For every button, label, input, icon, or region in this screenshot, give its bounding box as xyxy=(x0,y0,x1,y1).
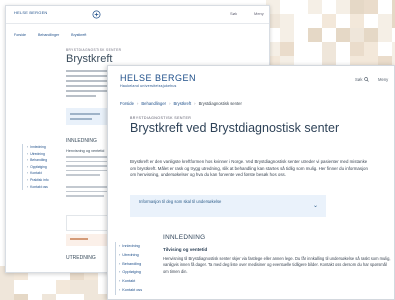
background-pixel xyxy=(84,294,98,300)
page-title: Brystkreft ved Brystdiagnostisk senter xyxy=(130,121,340,135)
intro-paragraph: Brystkreft er den vanligste kreftformen … xyxy=(130,159,368,178)
sidenav-item[interactable]: Oppfølging xyxy=(119,268,142,277)
back-sidenav-item[interactable]: Innledning xyxy=(27,144,49,151)
breadcrumb-current: Brystdiagnostisk senter xyxy=(198,101,242,106)
site-header: HELSE BERGEN Haukeland universitetssjuke… xyxy=(108,66,394,92)
breadcrumb-item[interactable]: Forside xyxy=(120,101,134,106)
background-pixel xyxy=(336,0,350,14)
breadcrumb-item[interactable]: Behandlinger xyxy=(141,101,166,106)
back-side-navigation: Innledning Utredning Behandling Oppfølgi… xyxy=(22,144,49,191)
back-breadcrumb-item[interactable]: Behandlinger xyxy=(38,33,59,37)
site-logo[interactable]: HELSE BERGEN Haukeland universitetssjuke… xyxy=(120,73,197,89)
subheading: Tilvising og ventetid xyxy=(163,247,208,252)
chevron-down-icon: ⌄ xyxy=(312,203,318,209)
back-sidenav-item[interactable]: Utredning xyxy=(27,151,49,158)
background-pixel xyxy=(70,280,84,294)
background-pixel xyxy=(280,28,294,42)
background-pixel xyxy=(350,0,364,14)
back-header: HELSE BERGEN Søk Meny xyxy=(6,6,269,24)
body-paragraph: Henvisning til Brystdiagnostisk senter s… xyxy=(163,256,391,274)
background-pixel xyxy=(350,28,364,42)
section-heading: INNLEDNING xyxy=(163,234,206,241)
sidenav-item[interactable]: Innledning xyxy=(119,242,142,251)
search-button[interactable]: Søk xyxy=(355,77,370,82)
breadcrumb-item[interactable]: Brystkreft xyxy=(173,101,191,106)
back-subheading: Henvisning og ventetid xyxy=(66,149,105,153)
background-pixel xyxy=(350,42,364,56)
background-pixel xyxy=(364,28,378,42)
breadcrumb-separator-icon: › xyxy=(194,101,196,106)
logo-name: HELSE BERGEN xyxy=(120,73,197,83)
breadcrumb: Forside › Behandlinger › Brystkreft › Br… xyxy=(120,101,242,106)
back-breadcrumb-item[interactable]: Brystkreft xyxy=(71,33,86,37)
back-info-box[interactable] xyxy=(66,108,111,125)
background-pixel xyxy=(280,14,294,28)
breadcrumb-separator-icon: › xyxy=(136,101,139,106)
sidenav-item[interactable]: Kontakt oss xyxy=(119,286,142,295)
back-breadcrumb-item[interactable]: Forside xyxy=(14,33,26,37)
background-pixel xyxy=(42,294,56,300)
back-sidenav-item[interactable]: Oppfølging xyxy=(27,164,49,171)
side-navigation: Innledning Utredning Behandling Oppfølgi… xyxy=(115,242,142,295)
back-section-heading: INNLEDNING xyxy=(66,138,97,144)
background-pixel xyxy=(0,294,14,300)
back-sidenav-item[interactable]: Praktisk info xyxy=(27,177,48,184)
background-pixel xyxy=(378,14,392,28)
back-page-title: Brystkreft xyxy=(66,53,113,65)
background-pixel xyxy=(280,42,294,56)
background-pixel xyxy=(364,0,378,14)
breadcrumb-separator-icon: › xyxy=(169,101,171,106)
front-browser-window: HELSE BERGEN Haukeland universitetssjuke… xyxy=(107,65,395,300)
info-box-text: Informasjon til deg som skal til undersø… xyxy=(139,199,222,204)
back-menu-button[interactable]: Meny xyxy=(254,11,264,16)
background-pixel xyxy=(84,280,98,294)
info-box-link[interactable]: Informasjon til deg som skal til undersø… xyxy=(130,195,326,217)
background-pixel xyxy=(322,42,336,56)
background-pixel xyxy=(308,0,322,14)
back-section-heading: UTREDNING xyxy=(66,255,96,261)
background-pixel xyxy=(308,28,322,42)
back-logo-text[interactable]: HELSE BERGEN xyxy=(14,10,48,15)
search-icon xyxy=(364,77,370,82)
back-sidenav-item[interactable]: Behandling xyxy=(27,157,49,164)
menu-button[interactable]: Meny xyxy=(378,77,388,82)
back-kicker: BRYSTDIAGNOSTISK SENTER xyxy=(66,48,122,52)
background-pixel xyxy=(56,280,70,294)
search-label: Søk xyxy=(355,77,363,82)
background-pixel xyxy=(14,294,28,300)
sidenav-item[interactable]: Utredning xyxy=(119,251,142,260)
back-sidenav-item[interactable]: Kontakt oss xyxy=(27,184,49,191)
background-pixel xyxy=(0,280,14,294)
background-pixel xyxy=(350,14,364,28)
background-pixel xyxy=(378,28,392,42)
sidenav-item[interactable]: Kontakt xyxy=(119,277,142,286)
page-kicker: BRYSTDIAGNOSTISK SENTER xyxy=(130,116,192,120)
logo-subtitle: Haukeland universitetssjukehus xyxy=(120,84,177,88)
hospital-logo-icon xyxy=(92,10,101,19)
background-pixel xyxy=(322,14,336,28)
background-pixel xyxy=(336,28,350,42)
background-pixel xyxy=(364,42,378,56)
back-breadcrumb: Forside Behandlinger Brystkreft xyxy=(14,33,86,37)
sidenav-item[interactable]: Behandling xyxy=(119,260,142,269)
back-sidenav-item[interactable]: Kontakt xyxy=(27,170,49,177)
back-search-button[interactable]: Søk xyxy=(230,11,237,16)
